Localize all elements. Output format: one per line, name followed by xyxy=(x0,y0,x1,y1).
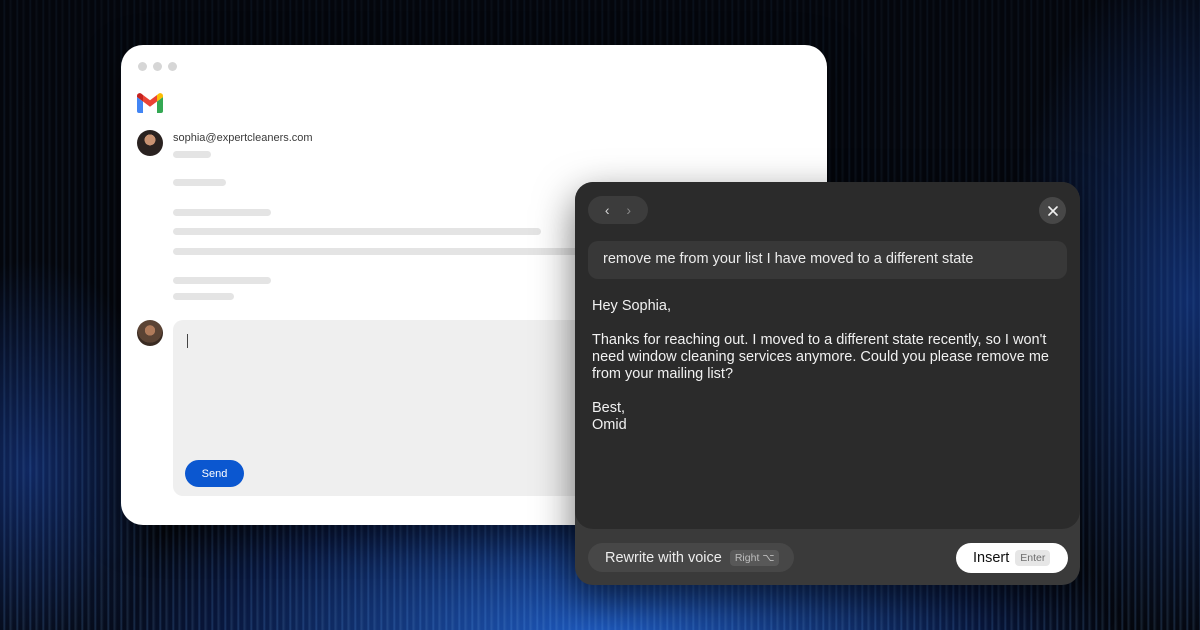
window-dot-maximize[interactable] xyxy=(168,62,177,71)
back-arrow-icon[interactable]: ‹ xyxy=(605,203,610,217)
history-nav: ‹ › xyxy=(588,196,648,224)
sender-email: sophia@expertcleaners.com xyxy=(173,132,313,144)
insert-shortcut: Enter xyxy=(1015,550,1051,566)
close-button[interactable] xyxy=(1039,197,1066,224)
assistant-panel: ‹ › remove me from your list I have move… xyxy=(575,182,1080,585)
text-cursor xyxy=(187,334,188,348)
send-button[interactable]: Send xyxy=(185,460,244,487)
placeholder-line xyxy=(173,151,211,158)
rewrite-shortcut: Right ⌥ xyxy=(729,549,780,566)
sender-avatar xyxy=(137,130,163,156)
compose-box[interactable]: Send xyxy=(173,320,593,496)
gmail-logo xyxy=(137,93,163,113)
placeholder-line xyxy=(173,248,593,255)
placeholder-line xyxy=(173,277,271,284)
rewrite-label: Rewrite with voice xyxy=(605,549,722,566)
reply-signature: Omid xyxy=(592,417,627,433)
forward-arrow-icon[interactable]: › xyxy=(626,203,631,217)
rewrite-with-voice-button[interactable]: Rewrite with voice Right ⌥ xyxy=(588,543,794,572)
reply-body: Thanks for reaching out. I moved to a di… xyxy=(592,332,1049,382)
assistant-content: ‹ › remove me from your list I have move… xyxy=(575,182,1080,529)
user-avatar xyxy=(137,320,163,346)
window-dot-minimize[interactable] xyxy=(153,62,162,71)
reply-closing: Best, xyxy=(592,400,626,416)
placeholder-line xyxy=(173,228,541,235)
placeholder-line xyxy=(173,293,234,300)
placeholder-line xyxy=(173,179,226,186)
reply-greeting: Hey Sophia, xyxy=(592,298,671,314)
placeholder-line xyxy=(173,209,271,216)
insert-label: Insert xyxy=(973,550,1010,566)
window-controls xyxy=(138,62,177,71)
close-icon xyxy=(1047,205,1058,216)
prompt-text: remove me from your list I have moved to… xyxy=(588,241,1067,279)
insert-button[interactable]: Insert Enter xyxy=(956,543,1068,573)
window-dot-close[interactable] xyxy=(138,62,147,71)
generated-reply: Hey Sophia, Thanks for reaching out. I m… xyxy=(592,298,1072,434)
